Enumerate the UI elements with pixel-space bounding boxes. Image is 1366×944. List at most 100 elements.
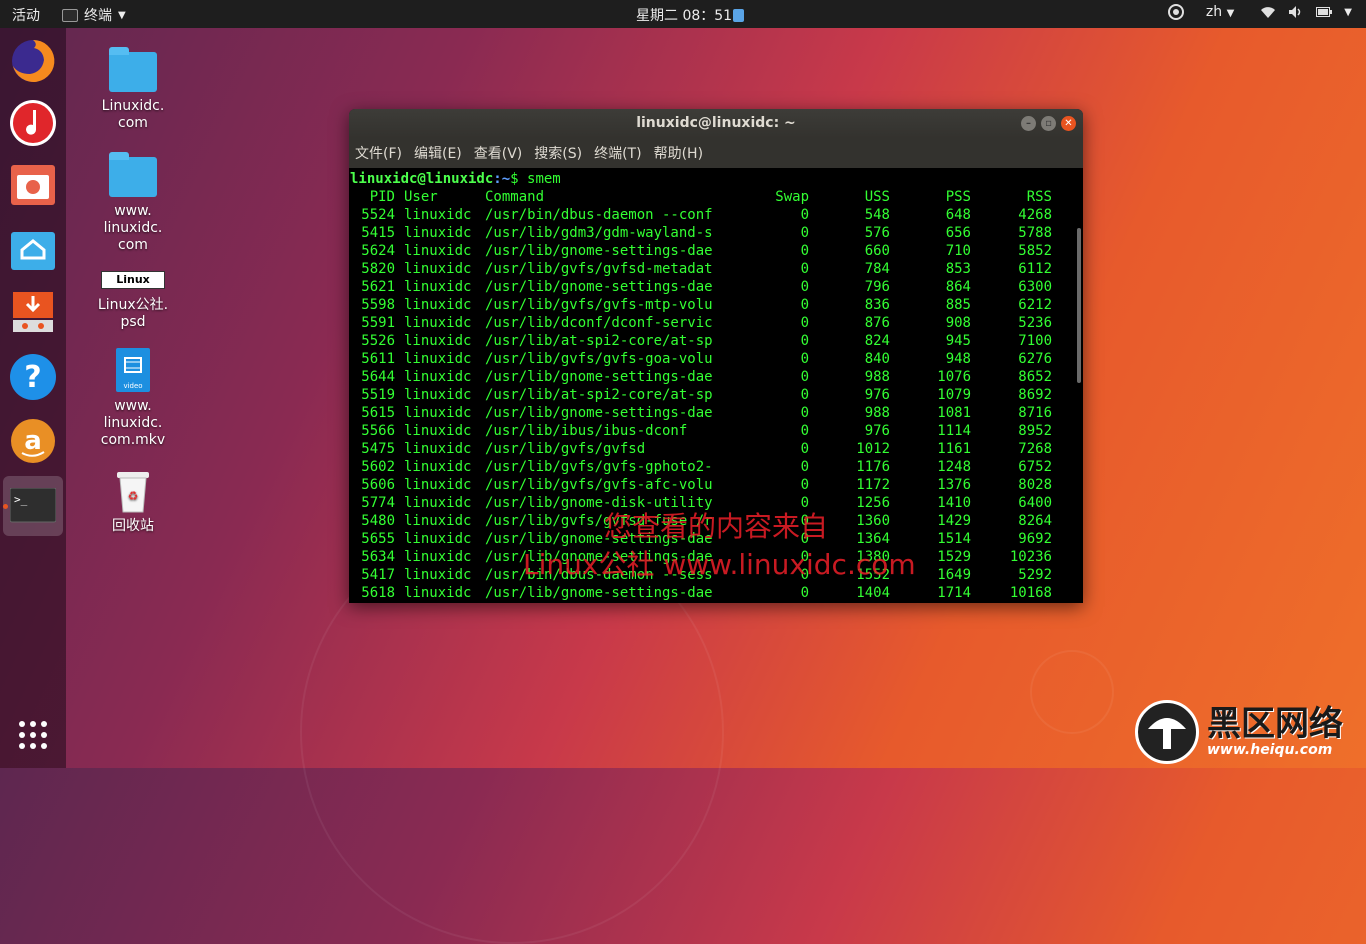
table-row: 5634 linuxidc/usr/lib/gnome-settings-dae 0… <box>349 548 1052 566</box>
cell-rss: 6212 <box>1018 297 1052 313</box>
dock-files[interactable] <box>8 224 58 274</box>
cell-pss: 1649 <box>937 567 971 583</box>
cell-command: /usr/lib/gvfs/gvfs-gphoto2- <box>485 459 713 475</box>
trash-icon: ♻ <box>117 472 149 513</box>
window-titlebar[interactable]: linuxidc@linuxidc: ~ – ▫ ✕ <box>349 109 1083 138</box>
language-indicator[interactable]: zh ▼ <box>1206 4 1234 20</box>
cell-swap: 0 <box>800 387 809 403</box>
minimize-button[interactable]: – <box>1021 116 1036 131</box>
desktop-folder-www-linuxidc[interactable]: www. linuxidc. com <box>88 152 178 254</box>
cell-swap: 0 <box>800 315 809 331</box>
cell-pss: 1376 <box>937 477 971 493</box>
menu-help[interactable]: 帮助(H) <box>654 143 703 163</box>
cell-user: linuxidc <box>404 495 472 511</box>
cell-pss: 1114 <box>937 423 971 439</box>
dock-terminal[interactable]: >_ <box>3 476 63 536</box>
smem-table: PID User Command Swap USS PSS RSS 5524 li… <box>349 188 1052 602</box>
cell-pss: 1410 <box>937 495 971 511</box>
cell-uss: 976 <box>864 423 890 439</box>
table-row: 5480 linuxidc/usr/lib/gvfs/gvfsd-fuse /r 0… <box>349 512 1052 530</box>
show-apps-icon <box>19 721 47 749</box>
cell-user: linuxidc <box>404 459 472 475</box>
table-row: 5621 linuxidc/usr/lib/gnome-settings-dae 0… <box>349 278 1052 296</box>
desktop-trash[interactable]: ♻ 回收站 <box>88 468 178 535</box>
cell-pid: 5644 <box>361 369 395 385</box>
cell-pid: 5655 <box>361 531 395 547</box>
desktop-icon-label: www. <box>114 398 152 414</box>
cell-swap: 0 <box>800 243 809 259</box>
dock-firefox[interactable] <box>8 36 58 86</box>
notification-icon <box>733 9 745 22</box>
desktop-folder-linuxidc[interactable]: Linuxidc. com <box>88 47 178 132</box>
cell-user: linuxidc <box>404 531 472 547</box>
cell-pid: 5611 <box>361 351 395 367</box>
dock-updater[interactable] <box>8 288 58 338</box>
table-row: 5591 linuxidc/usr/lib/dconf/dconf-servic 0… <box>349 314 1052 332</box>
menu-file[interactable]: 文件(F) <box>355 143 402 163</box>
cell-swap: 0 <box>800 261 809 277</box>
cell-rss: 4268 <box>1018 207 1052 223</box>
help-icon: ? <box>10 354 56 400</box>
dock-help[interactable]: ? <box>8 352 58 402</box>
table-row: 5611 linuxidc/usr/lib/gvfs/gvfs-goa-volu 0… <box>349 350 1052 368</box>
menu-edit[interactable]: 编辑(E) <box>414 143 462 163</box>
cell-user: linuxidc <box>404 585 472 601</box>
clock[interactable]: 星期二 08：51 <box>636 5 745 25</box>
close-button[interactable]: ✕ <box>1061 116 1076 131</box>
cell-rss: 6276 <box>1018 351 1052 367</box>
cell-user: linuxidc <box>404 279 472 295</box>
desktop-file-psd[interactable]: Linux Linux公社. psd <box>88 271 178 331</box>
rhythmbox-icon <box>10 100 56 146</box>
cell-swap: 0 <box>800 297 809 313</box>
app-menu[interactable]: 终端 ▼ <box>62 5 126 25</box>
dock-rhythmbox[interactable] <box>8 98 58 148</box>
input-method-icon[interactable] <box>1167 4 1184 20</box>
maximize-button[interactable]: ▫ <box>1041 116 1056 131</box>
dock-show-apps[interactable] <box>8 710 58 760</box>
cell-pss: 885 <box>945 297 971 313</box>
menu-terminal[interactable]: 终端(T) <box>594 143 641 163</box>
window-title: linuxidc@linuxidc: ~ <box>636 115 796 131</box>
cell-uss: 1256 <box>856 495 890 511</box>
activities-button[interactable]: 活动 <box>12 5 40 25</box>
cell-uss: 1404 <box>856 585 890 601</box>
battery-icon[interactable] <box>1316 6 1333 18</box>
cell-rss: 8716 <box>1018 405 1052 421</box>
cell-user: linuxidc <box>404 243 472 259</box>
cell-pss: 1076 <box>937 369 971 385</box>
cell-swap: 0 <box>800 207 809 223</box>
cell-command: /usr/lib/gnome-settings-dae <box>485 585 713 601</box>
cell-command: /usr/lib/gvfs/gvfsd-metadat <box>485 261 713 277</box>
cell-uss: 548 <box>864 207 890 223</box>
chevron-down-icon[interactable]: ▼ <box>1344 7 1352 18</box>
cell-user: linuxidc <box>404 441 472 457</box>
cell-command: /usr/lib/gvfs/gvfs-afc-volu <box>485 477 713 493</box>
top-panel: 活动 终端 ▼ 星期二 08：51 zh ▼ ▼ <box>0 0 1366 28</box>
cell-pid: 5417 <box>361 567 395 583</box>
svg-text:♻: ♻ <box>128 489 139 503</box>
scrollbar[interactable] <box>1077 228 1081 383</box>
cell-swap: 0 <box>800 441 809 457</box>
table-row: 5644 linuxidc/usr/lib/gnome-settings-dae 0… <box>349 368 1052 386</box>
cell-command: /usr/lib/gnome-settings-dae <box>485 243 713 259</box>
cell-pid: 5820 <box>361 261 395 277</box>
wifi-icon[interactable] <box>1260 5 1276 19</box>
dock-shotwell[interactable] <box>8 160 58 210</box>
menu-search[interactable]: 搜索(S) <box>534 143 582 163</box>
cell-pss: 864 <box>945 279 971 295</box>
cell-pid: 5524 <box>361 207 395 223</box>
cell-pid: 5566 <box>361 423 395 439</box>
cell-uss: 576 <box>864 225 890 241</box>
volume-icon[interactable] <box>1288 5 1304 19</box>
table-row: 5566 linuxidc/usr/lib/ibus/ibus-dconf 0 976… <box>349 422 1052 440</box>
desktop-file-mkv[interactable]: video www. linuxidc. com.mkv <box>88 348 178 449</box>
cell-command: /usr/lib/gnome-settings-dae <box>485 405 713 421</box>
menu-view[interactable]: 查看(V) <box>474 143 523 163</box>
terminal-icon: >_ <box>9 487 57 523</box>
cell-pid: 5598 <box>361 297 395 313</box>
dock-amazon[interactable]: a <box>8 416 58 466</box>
desktop-icon-label: linuxidc. <box>103 415 163 431</box>
cell-user: linuxidc <box>404 387 472 403</box>
firefox-icon <box>12 39 55 82</box>
cell-user: linuxidc <box>404 261 472 277</box>
